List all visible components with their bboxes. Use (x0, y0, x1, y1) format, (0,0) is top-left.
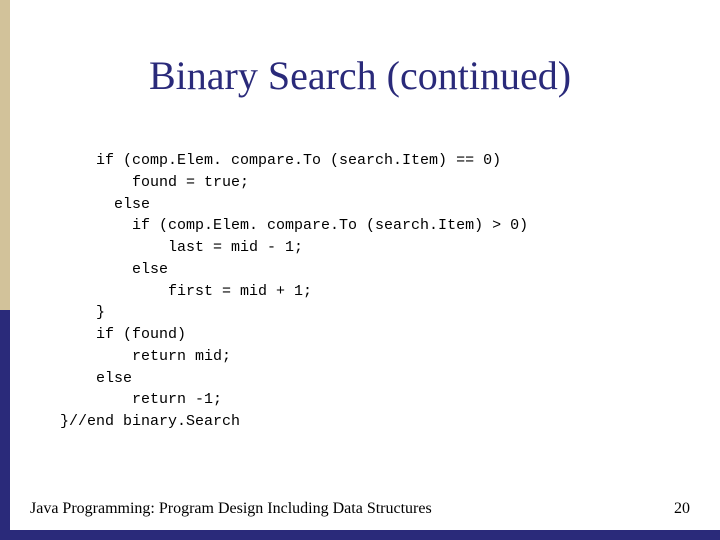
page-number: 20 (674, 500, 690, 518)
slide-title: Binary Search (continued) (0, 52, 720, 99)
footer-text: Java Programming: Program Design Includi… (30, 500, 432, 518)
bottom-accent-bar (0, 530, 720, 540)
slide: Binary Search (continued) if (comp.Elem.… (0, 0, 720, 540)
code-block: if (comp.Elem. compare.To (search.Item) … (60, 150, 528, 433)
side-accent-blue (0, 310, 10, 530)
